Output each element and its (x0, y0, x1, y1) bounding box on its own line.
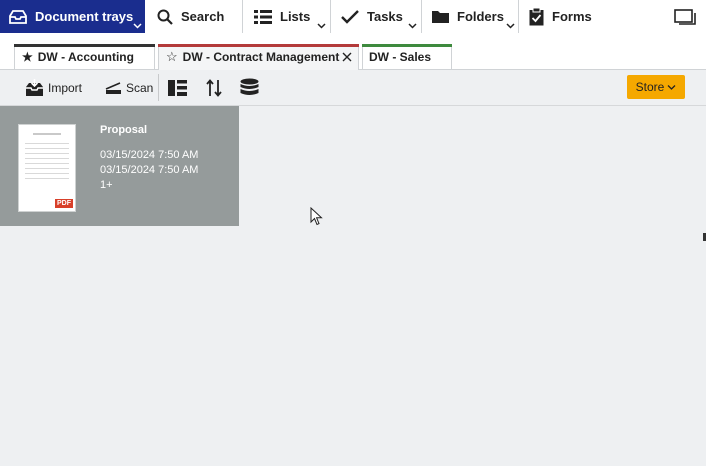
storage-button[interactable] (240, 70, 259, 105)
import-label: Import (48, 80, 83, 95)
folder-icon (432, 11, 449, 23)
nav-tasks[interactable]: Tasks (331, 0, 421, 33)
document-thumbnail[interactable]: PDF (18, 124, 76, 212)
database-icon (240, 78, 259, 95)
star-filled-icon[interactable]: ★ (22, 50, 33, 64)
toolbar-divider (158, 74, 159, 101)
document-card[interactable]: PDF Proposal 03/15/2024 7:50 AM 03/15/20… (0, 106, 239, 226)
nav-folders[interactable]: Folders (422, 0, 518, 33)
mouse-cursor-icon (310, 207, 323, 226)
nav-label: Lists (280, 9, 311, 24)
chevron-down-icon[interactable] (408, 21, 417, 30)
window-icon (674, 9, 696, 25)
tab-accounting[interactable]: ★ DW - Accounting (14, 44, 155, 69)
store-button[interactable]: Store (627, 75, 685, 99)
scanner-icon (105, 81, 121, 94)
nav-document-trays[interactable]: Document trays (0, 0, 145, 33)
clipboard-icon (529, 7, 544, 25)
top-nav: Document trays Search Lists Tasks Folder… (0, 0, 706, 34)
tab-color-bar (362, 44, 452, 47)
chevron-down-icon[interactable] (506, 21, 515, 30)
check-icon (341, 9, 359, 24)
tab-sales[interactable]: DW - Sales (362, 44, 452, 69)
sort-icon (206, 78, 222, 97)
chevron-down-icon[interactable] (133, 21, 142, 30)
thumbnail-heading (33, 133, 61, 135)
scan-button[interactable]: Scan (105, 70, 153, 105)
store-label: Store (635, 80, 665, 94)
toolbar: Import Scan Store (0, 70, 706, 106)
nav-label: Forms (552, 9, 592, 24)
chevron-down-icon[interactable] (317, 21, 326, 30)
window-button[interactable] (674, 8, 696, 26)
tray-tabs: ★ DW - Accounting ☆ DW - Contract Manage… (0, 33, 706, 70)
chevron-down-icon (667, 84, 676, 90)
nav-lists[interactable]: Lists (243, 0, 330, 33)
tab-color-bar (158, 44, 359, 47)
list-icon (254, 9, 272, 24)
tray-icon (9, 9, 27, 24)
star-outline-icon[interactable]: ☆ (166, 49, 178, 65)
document-count: 1+ (100, 179, 113, 191)
tab-label: DW - Contract Management (182, 50, 340, 64)
document-date-1: 03/15/2024 7:50 AM (100, 149, 199, 161)
document-title: Proposal (100, 124, 148, 136)
tab-label: DW - Accounting (37, 49, 134, 64)
pdf-badge: PDF (55, 199, 73, 208)
tab-color-bar (14, 44, 155, 47)
search-icon (157, 9, 173, 25)
scan-label: Scan (126, 80, 154, 95)
tab-label: DW - Sales (369, 49, 432, 64)
close-icon[interactable] (342, 52, 352, 62)
nav-label: Search (181, 9, 225, 24)
nav-search[interactable]: Search (145, 0, 242, 33)
import-button[interactable]: Import (25, 70, 82, 105)
thumbnail-lines (25, 143, 69, 183)
document-date-2: 03/15/2024 7:50 AM (100, 164, 199, 176)
nav-label: Folders (457, 9, 504, 24)
sort-button[interactable] (206, 70, 222, 105)
nav-label: Tasks (367, 9, 403, 24)
import-icon (26, 78, 43, 96)
nav-label: Document trays (35, 9, 134, 24)
panel-icon (168, 79, 187, 96)
nav-forms[interactable]: Forms (519, 0, 609, 33)
view-toggle-button[interactable] (168, 70, 187, 105)
tab-contract-management[interactable]: ☆ DW - Contract Management (158, 44, 359, 70)
